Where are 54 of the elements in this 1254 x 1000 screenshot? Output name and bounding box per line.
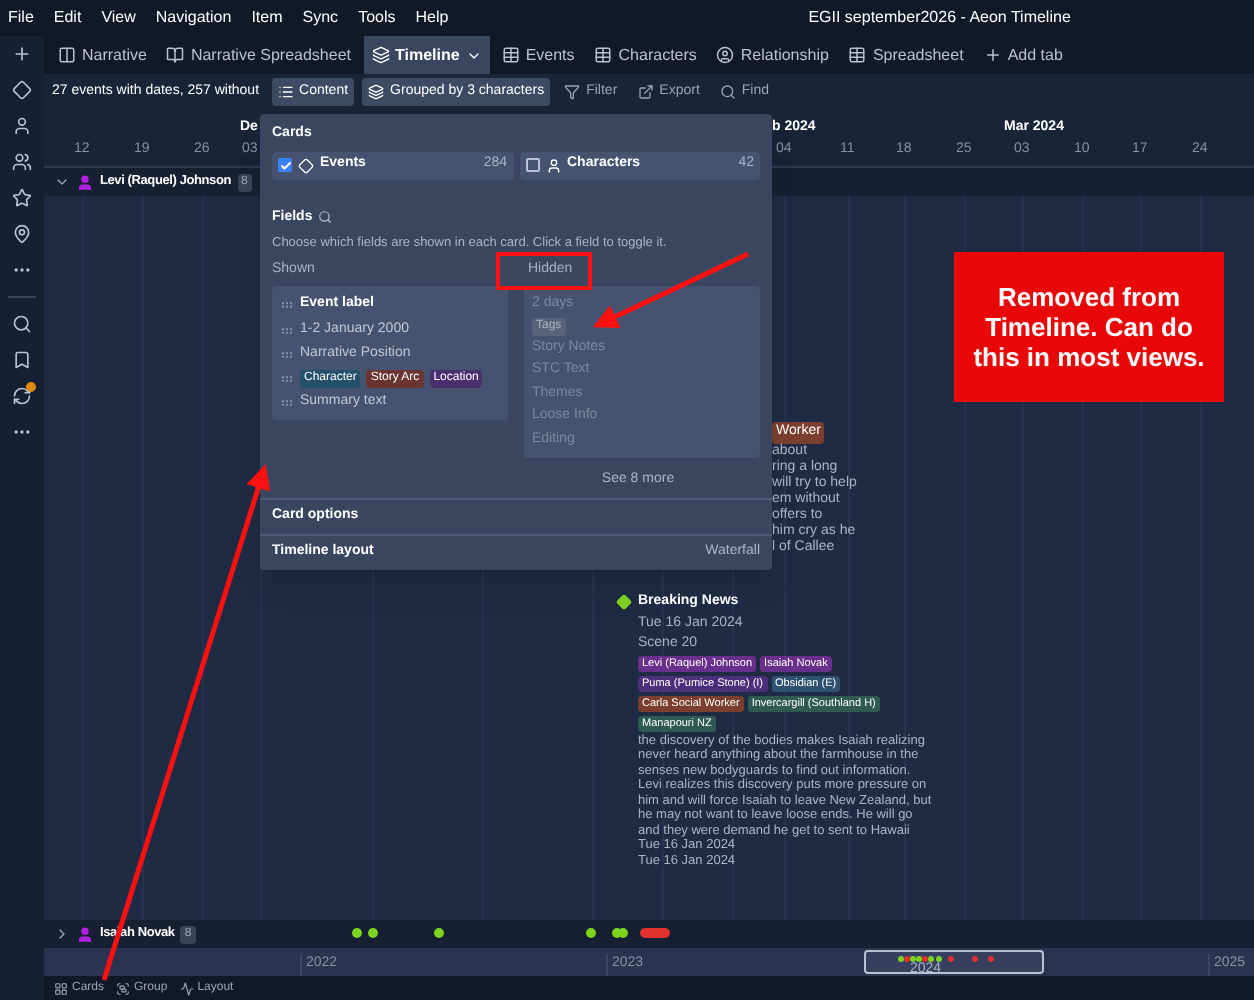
diamond-icon [298, 157, 314, 173]
view-tab[interactable]: Events [493, 36, 583, 74]
group-icon [116, 981, 131, 995]
relationship-view-icon [716, 46, 735, 64]
highlight-frame [496, 252, 592, 290]
plus-icon [983, 46, 1002, 64]
event-diamond-icon [616, 594, 632, 610]
search-icon[interactable] [12, 314, 32, 334]
view-tab[interactable]: Spreadsheet [840, 36, 972, 74]
checkbox[interactable] [525, 158, 539, 172]
event-range-bar [640, 928, 670, 938]
sync-icon[interactable] [12, 386, 32, 406]
expand-chevron-icon[interactable] [54, 926, 70, 942]
menu-item[interactable]: Help [415, 6, 449, 30]
search-icon[interactable] [318, 210, 333, 225]
narrative-view-icon [58, 46, 76, 64]
people-icon[interactable] [12, 152, 32, 172]
layout-icon [179, 981, 194, 995]
filter-icon [564, 84, 581, 100]
book-view-icon [166, 46, 185, 64]
grid-view-icon [848, 46, 867, 64]
diamond-icon[interactable] [12, 80, 32, 100]
person-icon [76, 173, 94, 191]
grid-view-icon [594, 46, 613, 64]
bookmark-icon[interactable] [12, 350, 32, 370]
add-tab-button[interactable]: Add tab [975, 36, 1071, 74]
search-icon [719, 84, 736, 100]
annotation-callout: Removed from Timeline. Can do this in most views. [954, 252, 1224, 402]
person-icon [76, 925, 94, 943]
timeline-view-icon [371, 46, 389, 64]
cards-icon [54, 981, 68, 995]
menu-item[interactable]: Sync [302, 6, 339, 30]
add-icon[interactable] [12, 44, 32, 64]
menu-item[interactable]: Navigation [155, 6, 232, 30]
person-icon [545, 157, 561, 173]
stack-icon [368, 84, 385, 100]
view-tab[interactable]: Characters [586, 36, 705, 74]
view-tab[interactable]: Relationship [708, 36, 837, 74]
map-pin-icon[interactable] [12, 224, 32, 244]
menu-item[interactable]: Edit [53, 6, 82, 30]
view-tab[interactable]: Timeline [363, 36, 490, 74]
grid-view-icon [501, 46, 520, 64]
export-icon [637, 84, 654, 100]
window-title: EGII september2026 - Aeon Timeline [808, 6, 1071, 30]
collapse-chevron-icon[interactable] [54, 174, 70, 190]
menu-item[interactable]: File [8, 6, 34, 30]
menu-item[interactable]: View [101, 6, 136, 30]
view-tab[interactable]: Narrative Spreadsheet [158, 36, 359, 74]
menu-item[interactable]: Tools [358, 6, 396, 30]
person-icon[interactable] [12, 116, 32, 136]
menu-item[interactable]: Item [251, 6, 283, 30]
view-tab[interactable]: Narrative [50, 36, 155, 74]
list-icon [277, 84, 294, 100]
star-icon[interactable] [12, 188, 32, 208]
